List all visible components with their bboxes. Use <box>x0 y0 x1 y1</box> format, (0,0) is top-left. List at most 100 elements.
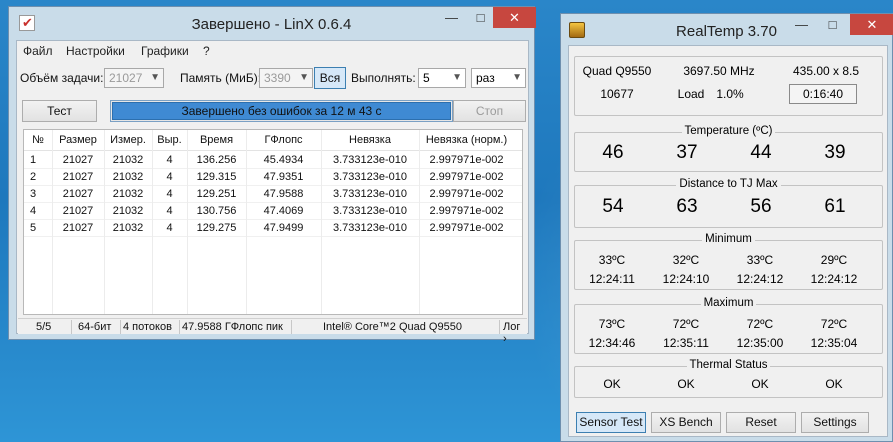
thermal-caption: Thermal Status <box>686 359 771 371</box>
table-row[interactable]: 4 21027 21032 4 130.756 47.4069 3.733123e-010 2… <box>24 203 522 220</box>
minimize-icon[interactable]: — <box>437 7 466 28</box>
core-maximum-temp: 72ºC <box>820 317 848 331</box>
linx-window: Завершено - LinX 0.6.4 — □ ✕ Файл Настро… <box>8 6 536 345</box>
table-cell: 2.997971e-002 <box>429 222 504 234</box>
maximize-icon[interactable]: □ <box>818 14 847 35</box>
column-header[interactable]: Невязка (норм.) <box>419 134 514 146</box>
table-cell: 2.997971e-002 <box>429 171 504 183</box>
menu-settings[interactable]: Настройки <box>66 44 125 58</box>
test-button[interactable]: Тест <box>22 100 97 122</box>
column-header[interactable]: Размер <box>52 134 104 146</box>
distance-caption: Distance to TJ Max <box>676 178 781 190</box>
column-header[interactable]: Выр. <box>152 134 187 146</box>
table-cell: 2.997971e-002 <box>429 188 504 200</box>
table-cell: 4 <box>166 171 173 183</box>
table-cell: 129.315 <box>196 171 237 183</box>
problem-size-combo[interactable]: 21027 ▼ <box>104 68 164 88</box>
sensor-test-button[interactable]: Sensor Test <box>576 412 646 433</box>
cpu-info-group: Quad Q9550 3697.50 MHz 435.00 x 8.5 1067… <box>574 56 883 116</box>
results-table[interactable]: № Размер Измер. Выр. Время ГФлопс Невязка Невяз… <box>23 129 523 315</box>
core-temperature: 44 <box>750 142 772 163</box>
xs-bench-button[interactable]: XS Bench <box>651 412 721 433</box>
table-cell: 2.997971e-002 <box>429 205 504 217</box>
timer-display[interactable]: 0:16:40 <box>789 84 857 104</box>
core-distance-to-tjmax: 63 <box>676 196 698 217</box>
column-header[interactable]: № <box>24 134 52 146</box>
core-minimum-temp: 33ºC <box>598 253 626 267</box>
chevron-down-icon: ▼ <box>150 72 160 83</box>
column-header[interactable]: Невязка <box>321 134 419 146</box>
stop-button[interactable]: Стоп <box>453 100 526 122</box>
chevron-down-icon: ▼ <box>452 72 462 83</box>
run-unit-value: раз <box>476 71 495 85</box>
table-row[interactable]: 2 21027 21032 4 129.315 47.9351 3.733123e-010 2… <box>24 169 522 186</box>
core-distance-to-tjmax: 61 <box>824 196 846 217</box>
progress-bar: Завершено без ошибок за 12 м 43 с <box>110 100 453 122</box>
run-unit-combo[interactable]: раз ▼ <box>471 68 526 88</box>
cpu-multiplier: 435.00 x 8.5 <box>792 64 860 78</box>
run-count-combo[interactable]: 5 ▼ <box>418 68 466 88</box>
reset-button[interactable]: Reset <box>726 412 796 433</box>
progress-text: Завершено без ошибок за 12 м 43 с <box>181 104 382 118</box>
core-distance-to-tjmax: 56 <box>750 196 772 217</box>
table-cell: 21027 <box>62 205 94 217</box>
minimize-icon[interactable]: — <box>787 14 816 35</box>
core-maximum-time: 12:34:46 <box>588 336 636 350</box>
linx-menubar: Файл Настройки Графики ? <box>17 41 528 61</box>
core-thermal-status: OK <box>677 377 695 391</box>
table-cell: 47.9499 <box>263 222 304 234</box>
table-cell: 4 <box>166 154 173 166</box>
core-minimum-temp: 29ºC <box>820 253 848 267</box>
table-cell: 2.997971e-002 <box>429 154 504 166</box>
table-cell: 3.733123e-010 <box>332 205 407 217</box>
core-minimum-time: 12:24:12 <box>810 272 858 286</box>
menu-help[interactable]: ? <box>203 44 210 58</box>
column-header[interactable]: Измер. <box>104 134 152 146</box>
menu-file[interactable]: Файл <box>23 44 53 58</box>
maximum-group: Maximum 73ºC 72ºC 72ºC 72ºC 12:34:46 12:35:11… <box>574 297 883 354</box>
chevron-down-icon: ▼ <box>299 72 309 83</box>
realtemp-window: RealTemp 3.70 — □ ✕ Quad Q9550 3697.50 M… <box>560 13 893 442</box>
core-maximum-temp: 72ºC <box>672 317 700 331</box>
temperature-group: Temperature (ºC) 46 37 44 39 <box>574 125 883 172</box>
close-icon[interactable]: ✕ <box>493 7 536 28</box>
all-memory-button[interactable]: Вся <box>314 67 346 89</box>
status-peak: 47.9588 ГФлопс пик <box>182 321 283 333</box>
table-cell: 4 <box>166 222 173 234</box>
linx-titlebar[interactable]: Завершено - LinX 0.6.4 — □ ✕ <box>9 7 536 40</box>
close-icon[interactable]: ✕ <box>850 14 893 35</box>
problem-size-label: Объём задачи: <box>20 71 104 85</box>
maximize-icon[interactable]: □ <box>466 7 495 28</box>
core-thermal-status: OK <box>603 377 621 391</box>
core-temperature: 39 <box>824 142 846 163</box>
table-cell: 130.756 <box>196 205 237 217</box>
table-cell: 3.733123e-010 <box>332 154 407 166</box>
table-cell: 3.733123e-010 <box>332 188 407 200</box>
table-cell: 47.4069 <box>263 205 304 217</box>
settings-button[interactable]: Settings <box>801 412 869 433</box>
run-label: Выполнять: <box>351 71 416 85</box>
column-header[interactable]: Время <box>187 134 246 146</box>
maximum-caption: Maximum <box>700 297 757 309</box>
memory-combo[interactable]: 3390 ▼ <box>259 68 313 88</box>
core-maximum-time: 12:35:04 <box>810 336 858 350</box>
table-row[interactable]: 3 21027 21032 4 129.251 47.9588 3.733123e-010 2… <box>24 186 522 203</box>
menu-graphs[interactable]: Графики <box>141 44 189 58</box>
core-distance-to-tjmax: 54 <box>602 196 624 217</box>
table-cell: 21027 <box>62 171 94 183</box>
column-header[interactable]: ГФлопс <box>246 134 321 146</box>
distance-group: Distance to TJ Max 54 63 56 61 <box>574 178 883 228</box>
core-thermal-status: OK <box>751 377 769 391</box>
log-button[interactable]: Лог › <box>503 321 527 345</box>
core-thermal-status: OK <box>825 377 843 391</box>
core-minimum-temp: 33ºC <box>746 253 774 267</box>
thermal-status-group: Thermal Status OK OK OK OK <box>574 359 883 398</box>
cpu-name: Quad Q9550 <box>582 64 652 78</box>
table-row[interactable]: 5 21027 21032 4 129.275 47.9499 3.733123e-010 2… <box>24 220 522 237</box>
table-cell: 129.275 <box>196 222 237 234</box>
run-count-value: 5 <box>423 71 430 85</box>
memory-label: Память (МиБ): <box>180 71 262 85</box>
table-cell: 21032 <box>112 171 144 183</box>
table-row[interactable]: 1 21027 21032 4 136.256 45.4934 3.733123e-010 2… <box>24 152 522 169</box>
core-temperature: 37 <box>676 142 698 163</box>
